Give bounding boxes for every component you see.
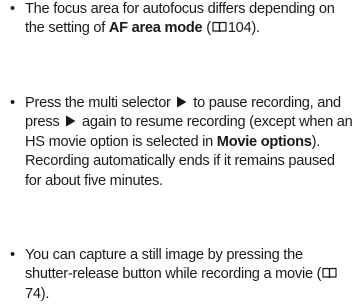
- bullet-text: You can capture a still image by pressin…: [25, 246, 354, 304]
- bullet-still-image: • You can capture a still image by press…: [10, 246, 354, 304]
- bullet-dot: •: [10, 247, 15, 263]
- bullet-dot: •: [10, 1, 15, 17]
- text-segment: You can capture a still image by pressin…: [25, 247, 322, 283]
- bullet-pause-recording: • Press the multi selector to pause reco…: [10, 94, 354, 191]
- text-segment: ).: [40, 285, 50, 302]
- bullet-dot: •: [10, 95, 15, 111]
- bullet-text: The focus area for autofocus differs dep…: [25, 0, 354, 39]
- bullet-text: Press the multi selector to pause record…: [25, 94, 354, 191]
- page-reference[interactable]: 74: [25, 286, 41, 302]
- bullet-af-area: • The focus area for autofocus differs d…: [10, 0, 354, 39]
- text-segment: (: [202, 20, 211, 37]
- af-area-mode-label: AF area mode: [108, 20, 203, 37]
- book-reference-icon: [322, 267, 337, 279]
- multi-selector-right-icon: [65, 115, 76, 127]
- book-reference-icon: [212, 21, 227, 33]
- page-reference[interactable]: 104: [228, 20, 252, 36]
- movie-options-label: Movie options: [216, 133, 312, 150]
- text-segment: Press the multi selector: [25, 95, 175, 111]
- text-segment: ).: [251, 20, 260, 37]
- multi-selector-right-icon: [176, 96, 187, 108]
